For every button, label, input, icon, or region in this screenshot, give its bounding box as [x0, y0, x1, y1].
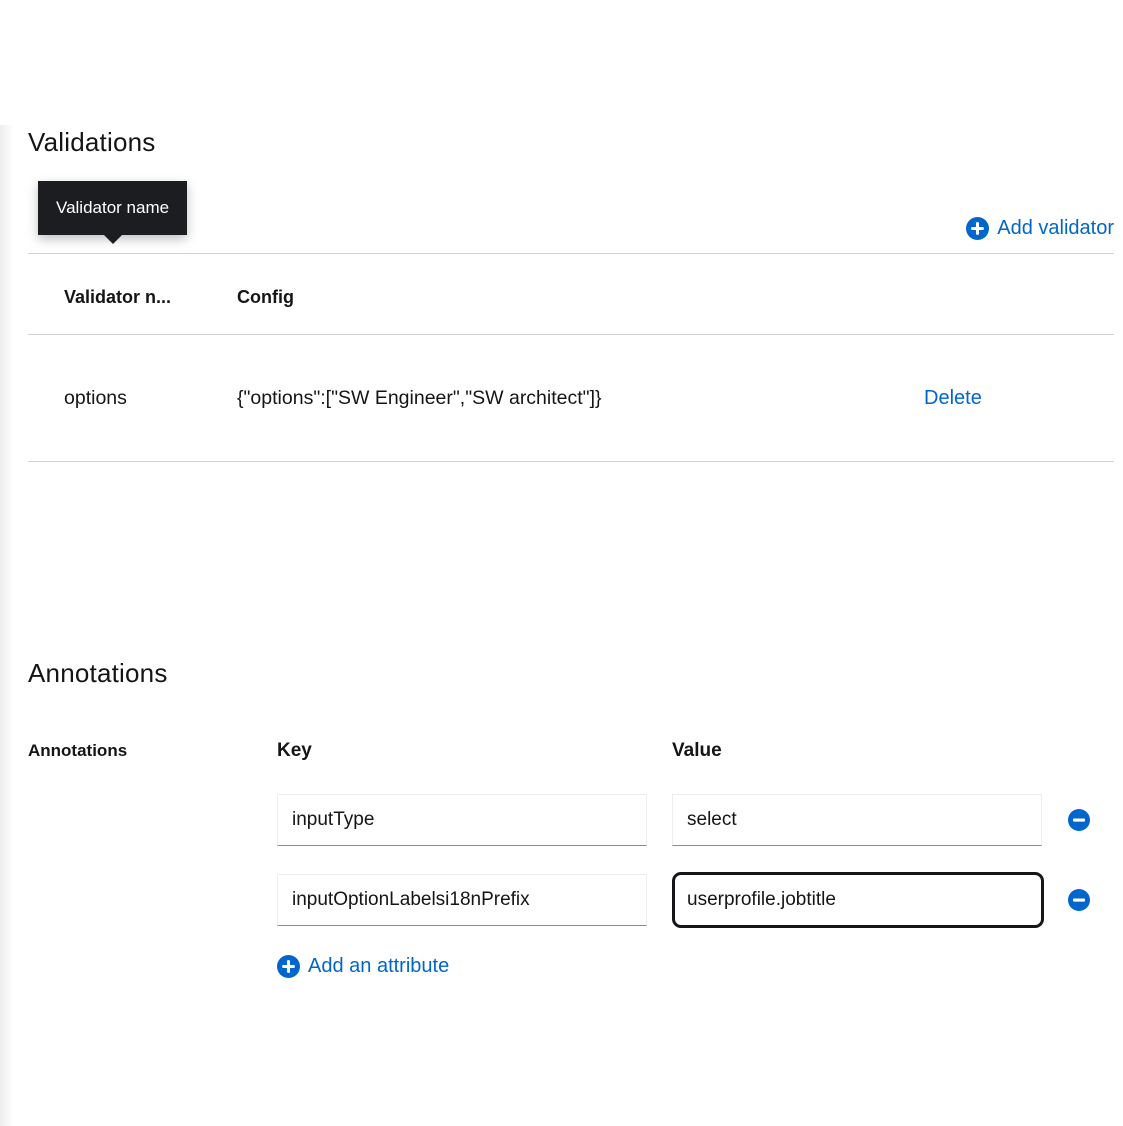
- annotation-value-input-focused[interactable]: [672, 872, 1044, 928]
- plus-circle-icon: [277, 955, 300, 978]
- validations-toolbar: Validator name Add validator: [28, 159, 1114, 254]
- validations-section-title: Validations: [28, 125, 1114, 159]
- form-content: Validations Validator name Add validator…: [0, 125, 1123, 983]
- delete-validator-link[interactable]: Delete: [924, 387, 982, 410]
- annotation-value-input[interactable]: [672, 794, 1042, 846]
- annotations-field-label: Annotations: [28, 738, 277, 763]
- annotation-key-input[interactable]: [277, 794, 647, 846]
- column-header-validator-name: Validator n...: [64, 286, 237, 308]
- validator-name-tooltip: Validator name: [38, 181, 187, 235]
- validator-name-cell: options: [64, 387, 237, 410]
- add-validator-label: Add validator: [997, 217, 1114, 240]
- remove-attribute-button[interactable]: [1068, 809, 1090, 831]
- annotations-form: Annotations Key Value: [28, 738, 1114, 983]
- plus-circle-icon: [966, 217, 989, 240]
- minus-circle-icon: [1068, 889, 1090, 911]
- annotations-header-row: Annotations Key Value: [28, 738, 1114, 763]
- column-header-config: Config: [237, 286, 924, 308]
- minus-circle-icon: [1068, 809, 1090, 831]
- key-column-header: Key: [277, 738, 647, 763]
- validator-table-row: options {"options":["SW Engineer","SW ar…: [28, 335, 1114, 462]
- add-validator-button[interactable]: Add validator: [966, 217, 1114, 240]
- annotations-section-title: Annotations: [28, 656, 1114, 690]
- annotation-key-input[interactable]: [277, 874, 647, 926]
- annotation-row: [28, 794, 1114, 846]
- tooltip-arrow: [103, 234, 123, 244]
- validators-table-header: Validator n... Config: [28, 254, 1114, 335]
- annotation-row: [28, 872, 1114, 928]
- column-header-actions: [924, 286, 1114, 308]
- add-attribute-button[interactable]: Add an attribute: [277, 955, 449, 978]
- annotations-footer-row: Add an attribute: [28, 955, 1114, 983]
- value-column-header: Value: [672, 738, 1042, 763]
- remove-attribute-button[interactable]: [1068, 889, 1090, 911]
- validator-config-cell: {"options":["SW Engineer","SW architect"…: [237, 387, 924, 410]
- add-attribute-label: Add an attribute: [308, 955, 449, 978]
- tooltip-text: Validator name: [56, 198, 169, 217]
